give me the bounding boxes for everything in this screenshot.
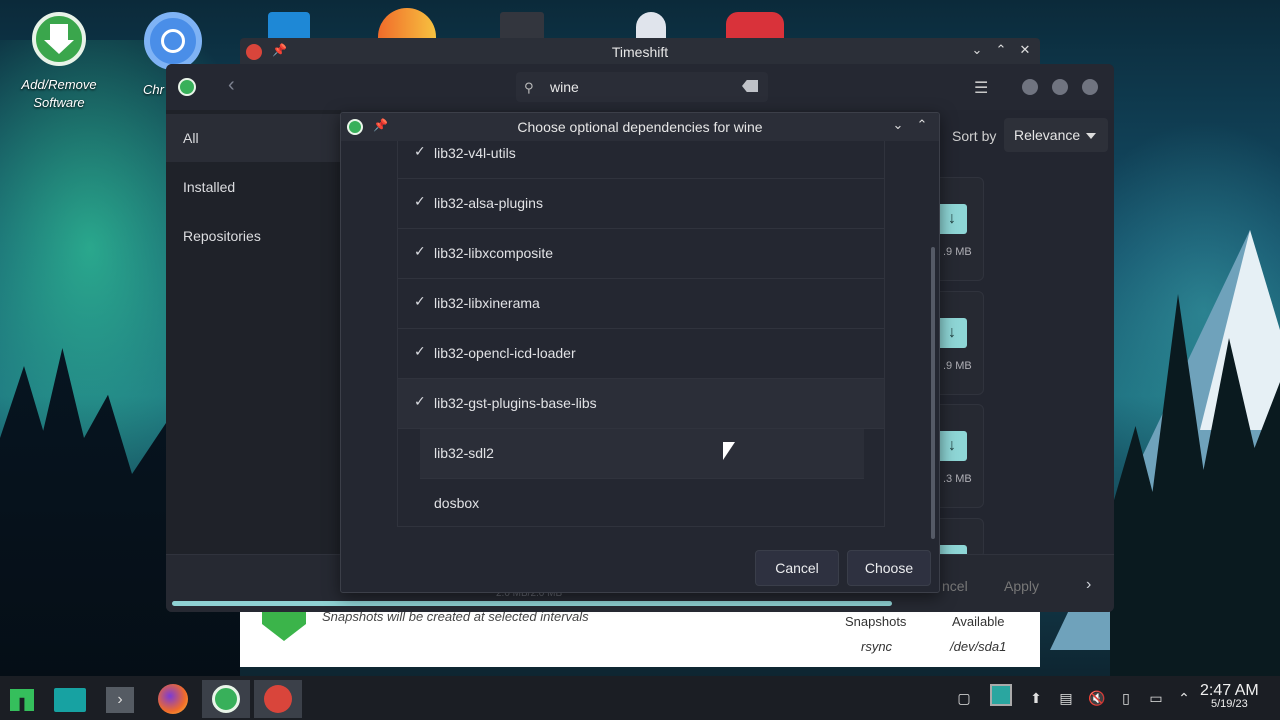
tray-expand-icon[interactable]: ⌃ bbox=[1176, 690, 1192, 706]
maximize-icon[interactable]: ⌃ bbox=[992, 42, 1010, 58]
terminal-icon: › bbox=[106, 687, 134, 713]
timeshift-status-panel: Snapshots will be created at selected in… bbox=[240, 605, 1040, 667]
dependency-name: lib32-libxinerama bbox=[434, 295, 540, 311]
taskbar-pamac[interactable] bbox=[202, 680, 250, 718]
volume-muted-icon[interactable]: 🔇 bbox=[1088, 690, 1105, 706]
search-input[interactable] bbox=[550, 79, 730, 95]
list-item[interactable]: ✓ lib32-v4l-utils bbox=[398, 129, 884, 179]
network-icon[interactable]: ▭ bbox=[1148, 690, 1164, 706]
app-menu-button[interactable] bbox=[0, 680, 48, 718]
cancel-button[interactable]: Cancel bbox=[755, 550, 839, 586]
snapshots-header: Snapshots bbox=[845, 614, 907, 629]
folder-icon bbox=[54, 688, 86, 712]
check-icon: ✓ bbox=[414, 393, 426, 409]
snapshots-value: rsync bbox=[861, 639, 893, 654]
list-item[interactable]: dosbox bbox=[398, 479, 884, 529]
pamac-logo-icon bbox=[178, 78, 196, 96]
dependency-name: lib32-sdl2 bbox=[434, 445, 494, 461]
sort-value: Relevance bbox=[1014, 127, 1081, 143]
software-installer-icon bbox=[32, 12, 86, 66]
desktop-icon-label: Add/Remove Software bbox=[21, 77, 97, 110]
dependency-name: lib32-libxcomposite bbox=[434, 245, 554, 261]
manjaro-logo-icon bbox=[10, 689, 34, 711]
desktop-icon-add-remove-software[interactable]: Add/Remove Software bbox=[14, 12, 104, 112]
close-button[interactable] bbox=[1082, 79, 1098, 95]
footer-cancel-button[interactable]: ncel bbox=[942, 578, 968, 594]
choose-button[interactable]: Choose bbox=[847, 550, 931, 586]
available-header: Available bbox=[952, 614, 1005, 629]
sidebar: All Installed Repositories bbox=[166, 110, 341, 554]
clock[interactable]: 2:47 AM 5/19/23 bbox=[1200, 682, 1259, 710]
check-icon: ✓ bbox=[414, 343, 426, 359]
taskbar-files[interactable] bbox=[46, 680, 94, 718]
chevron-down-icon bbox=[1086, 133, 1096, 139]
sidebar-item-repositories[interactable]: Repositories bbox=[166, 212, 341, 260]
timeshift-logo-icon bbox=[264, 685, 292, 713]
mouse-cursor bbox=[723, 442, 735, 460]
shield-icon bbox=[262, 607, 306, 641]
maximize-button[interactable] bbox=[1052, 79, 1068, 95]
chrome-icon bbox=[144, 12, 202, 70]
search-box[interactable]: ⚲ bbox=[516, 72, 768, 102]
software-installer-icon bbox=[212, 685, 240, 713]
list-item[interactable]: ✓ lib32-gst-plugins-base-libs bbox=[398, 379, 884, 429]
apply-button[interactable]: Apply bbox=[1004, 578, 1039, 594]
pamac-header: ‹ ⚲ ☰ bbox=[166, 64, 1114, 110]
dependency-list: ✓ lib32-v4l-utils ✓ lib32-alsa-plugins ✓… bbox=[397, 141, 885, 527]
dependency-name: lib32-gst-plugins-base-libs bbox=[434, 395, 597, 411]
scrollbar[interactable] bbox=[931, 247, 935, 539]
close-icon[interactable]: ✕ bbox=[1016, 42, 1034, 58]
check-icon: ✓ bbox=[414, 193, 426, 209]
chevron-right-icon[interactable]: › bbox=[1086, 576, 1091, 594]
dependency-name: dosbox bbox=[434, 495, 480, 511]
check-icon: ✓ bbox=[414, 243, 426, 259]
show-desktop-icon[interactable]: ▢ bbox=[956, 690, 972, 706]
clipboard-icon[interactable]: ▤ bbox=[1058, 690, 1074, 706]
download-icon[interactable]: ↓ bbox=[937, 431, 967, 461]
check-icon: ✓ bbox=[414, 293, 426, 309]
download-icon[interactable]: ↓ bbox=[937, 318, 967, 348]
package-size: .3 MB bbox=[943, 473, 972, 485]
back-arrow-icon[interactable]: ‹ bbox=[228, 74, 235, 97]
sort-dropdown[interactable]: Relevance bbox=[1004, 118, 1108, 152]
window-title: Timeshift bbox=[611, 44, 669, 60]
list-item[interactable]: lib32-sdl2 bbox=[420, 429, 864, 479]
firefox-icon bbox=[378, 8, 436, 42]
optional-deps-dialog: 📌 Choose optional dependencies for wine … bbox=[340, 112, 940, 593]
window-switcher-icon[interactable] bbox=[990, 684, 1012, 706]
list-item[interactable]: ✓ lib32-libxcomposite bbox=[398, 229, 884, 279]
timeshift-titlebar[interactable]: 📌 Timeshift ⌄ ⌃ ✕ bbox=[240, 38, 1040, 66]
minimize-icon[interactable]: ⌄ bbox=[889, 117, 907, 133]
update-icon[interactable]: ⬆ bbox=[1028, 690, 1044, 706]
taskbar-timeshift[interactable] bbox=[254, 680, 302, 718]
dependency-name: lib32-v4l-utils bbox=[434, 145, 516, 161]
minimize-icon[interactable]: ⌄ bbox=[968, 42, 986, 58]
taskbar-terminal[interactable]: › bbox=[98, 680, 146, 718]
package-size: .9 MB bbox=[943, 246, 972, 258]
list-item[interactable]: ✓ lib32-alsa-plugins bbox=[398, 179, 884, 229]
hamburger-menu-icon[interactable]: ☰ bbox=[974, 78, 988, 98]
firefox-icon bbox=[158, 684, 188, 714]
sort-label: Sort by bbox=[952, 128, 997, 144]
usb-icon[interactable]: ▯ bbox=[1118, 690, 1134, 706]
list-item[interactable]: ✓ lib32-libxinerama bbox=[398, 279, 884, 329]
progress-bar bbox=[172, 601, 892, 606]
package-size: .9 MB bbox=[943, 360, 972, 372]
download-icon[interactable]: ↓ bbox=[937, 204, 967, 234]
dependency-name: lib32-alsa-plugins bbox=[434, 195, 543, 211]
desktop-icon-firefox[interactable] bbox=[378, 8, 436, 42]
maximize-icon[interactable]: ⌃ bbox=[913, 117, 931, 133]
list-item[interactable]: ✓ lib32-opencl-icd-loader bbox=[398, 329, 884, 379]
dependency-name: lib32-opencl-icd-loader bbox=[434, 345, 576, 361]
sidebar-item-installed[interactable]: Installed bbox=[166, 163, 341, 211]
available-value: /dev/sda1 bbox=[950, 639, 1007, 654]
clear-search-icon[interactable] bbox=[742, 80, 758, 92]
check-icon: ✓ bbox=[414, 143, 426, 159]
taskbar-firefox[interactable] bbox=[150, 680, 198, 718]
minimize-button[interactable] bbox=[1022, 79, 1038, 95]
search-icon: ⚲ bbox=[524, 80, 534, 95]
progress-fill bbox=[172, 601, 892, 606]
sidebar-item-all[interactable]: All bbox=[166, 114, 341, 162]
